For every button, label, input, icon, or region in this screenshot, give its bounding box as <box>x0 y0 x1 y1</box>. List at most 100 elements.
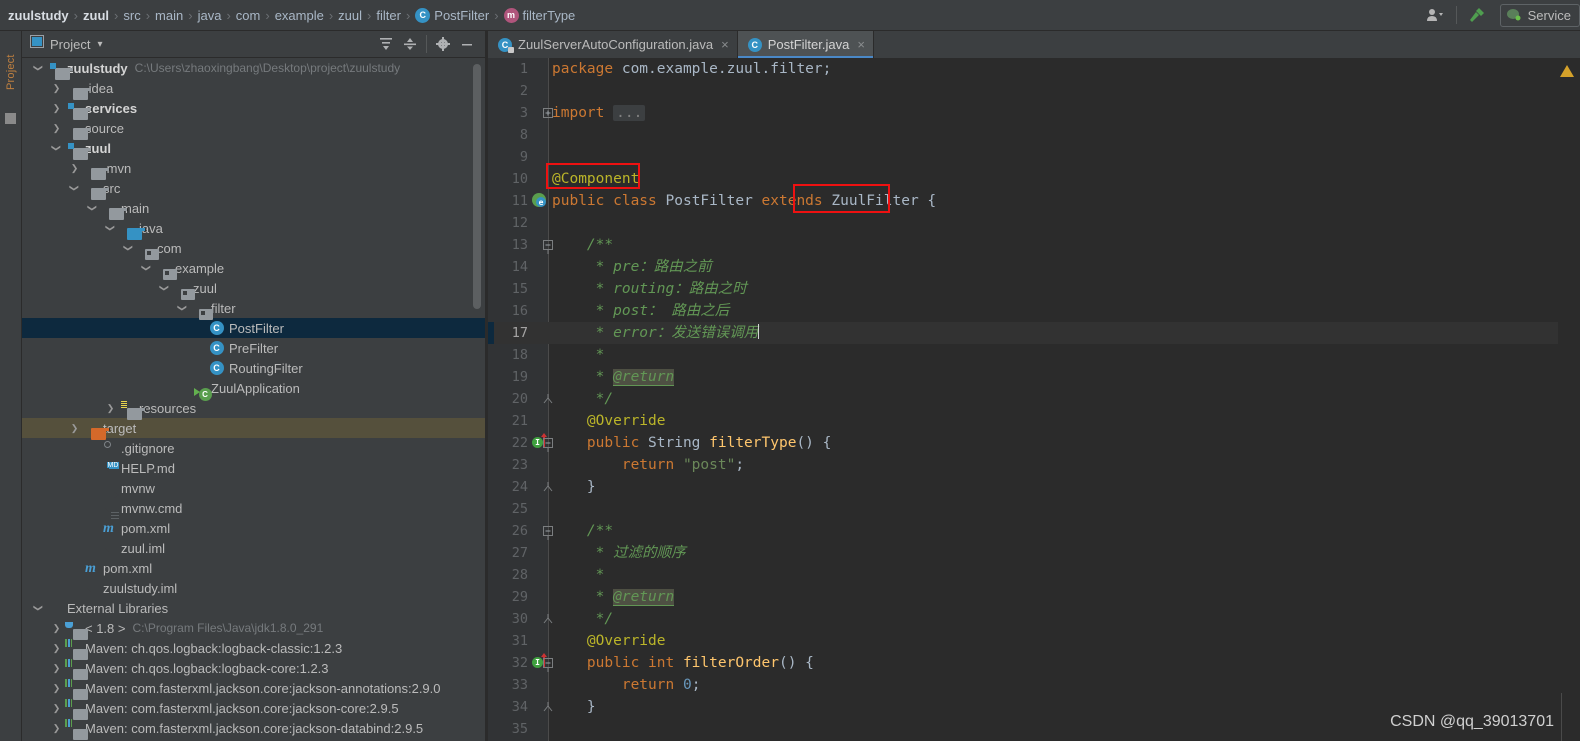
chevron-down-icon[interactable]: ▾ <box>97 39 102 50</box>
breadcrumb-item-postfilter[interactable]: C PostFilter <box>411 7 493 23</box>
sidebar-tab-project[interactable]: Project <box>0 37 22 107</box>
user-settings-icon[interactable] <box>1419 0 1453 31</box>
code-line[interactable]: 15 * routing：路由之时 <box>488 278 1580 300</box>
code-line[interactable]: 20 */ <box>488 388 1580 410</box>
expand-all-icon[interactable] <box>375 33 397 55</box>
chevron-right-icon[interactable]: ❯ <box>50 678 63 698</box>
code-line[interactable]: 3 import ... <box>488 102 1580 124</box>
collapse-all-icon[interactable] <box>399 33 421 55</box>
tree-item-source[interactable]: ❯ source <box>22 118 486 140</box>
tree-item-target[interactable]: ❯ target <box>22 418 486 440</box>
code-line[interactable]: 19 * @return <box>488 366 1580 388</box>
tree-item-zuulapplication[interactable]: C ZuulApplication <box>22 378 486 401</box>
breadcrumb-item-example[interactable]: example <box>271 8 328 23</box>
breadcrumb-item-zuulstudy[interactable]: zuulstudy <box>4 8 73 23</box>
hammer-icon[interactable] <box>1460 0 1494 31</box>
tree-item-src[interactable]: ❯ src <box>22 178 486 200</box>
tree-item-mavenchqoslogbacklogbackcore123[interactable]: ❯ Maven: ch.qos.logback:logback-core:1.2.… <box>22 658 486 680</box>
services-button[interactable]: Service <box>1499 3 1580 27</box>
tree-item-mavencomfasterxmljacksoncorejacksonannotations290[interactable]: ❯ Maven: com.fasterxml.jackson.core:jacks… <box>22 678 486 700</box>
tree-item-mvnw[interactable]: mvnw <box>22 478 486 498</box>
chevron-right-icon[interactable]: ❯ <box>50 718 63 738</box>
warning-triangle-icon[interactable] <box>1560 65 1574 77</box>
code-line[interactable]: 17 * error：发送错误调用 <box>488 322 1580 344</box>
breadcrumb-item-filtertype[interactable]: m filterType <box>500 7 580 23</box>
chevron-down-icon[interactable]: ❯ <box>65 182 85 195</box>
code-line[interactable]: 8 <box>488 124 1580 146</box>
chevron-right-icon[interactable]: ❯ <box>50 638 63 658</box>
code-line[interactable]: 21 @Override <box>488 410 1580 432</box>
tree-item-mavenchqoslogbacklogbackclassic123[interactable]: ❯ Maven: ch.qos.logback:logback-classic:1… <box>22 638 486 660</box>
chevron-right-icon[interactable]: ❯ <box>68 158 81 178</box>
breadcrumb-item-java[interactable]: java <box>194 8 226 23</box>
chevron-right-icon[interactable]: ❯ <box>50 98 63 118</box>
tree-item-mvn[interactable]: ❯ .mvn <box>22 158 486 180</box>
code-line[interactable]: 22 I public String filterType() { <box>488 432 1580 454</box>
tree-item-zuuliml[interactable]: zuul.iml <box>22 538 486 558</box>
minimize-icon[interactable] <box>456 33 478 55</box>
tree-item-mavencomfasterxmljacksoncorejacksoncore295[interactable]: ❯ Maven: com.fasterxml.jackson.core:jacks… <box>22 698 486 720</box>
breadcrumb-item-filter[interactable]: filter <box>372 8 405 23</box>
class-gutter-icon[interactable]: e <box>532 193 550 209</box>
tree-item-helpmd[interactable]: MD HELP.md <box>22 458 486 478</box>
breadcrumb-item-zuul[interactable]: zuul <box>334 8 366 23</box>
chevron-right-icon[interactable]: ❯ <box>50 78 63 98</box>
chevron-right-icon[interactable]: ❯ <box>50 618 63 638</box>
tree-item-main[interactable]: ❯ main <box>22 198 486 220</box>
project-panel-scrollbar[interactable] <box>473 64 481 309</box>
tree-item-prefilter[interactable]: C PreFilter <box>22 338 486 358</box>
code-line[interactable]: 31 @Override <box>488 630 1580 652</box>
tree-item-zuul[interactable]: ❯ zuul <box>22 138 486 160</box>
code-line[interactable]: 27 * 过滤的顺序 <box>488 542 1580 564</box>
tree-item-zuulstudy[interactable]: ❯ zuulstudy C:\Users\zhaoxingbang\Desktop\… <box>22 58 486 80</box>
tree-item-zuulstudyiml[interactable]: zuulstudy.iml <box>22 578 486 598</box>
structure-tab-icon[interactable] <box>5 113 16 124</box>
breadcrumb[interactable]: zuulstudy › zuul › src › main › java › com › example… <box>0 0 579 30</box>
chevron-down-icon[interactable]: ❯ <box>119 242 139 255</box>
tree-item-com[interactable]: ❯ com <box>22 238 486 260</box>
tree-item-gitignore[interactable]: .gitignore <box>22 438 486 458</box>
tree-item-pomxml[interactable]: m pom.xml <box>22 518 486 538</box>
code-line[interactable]: 24 } <box>488 476 1580 498</box>
tree-item-pomxml[interactable]: m pom.xml <box>22 558 486 578</box>
tree-item-services[interactable]: ❯ services <box>22 98 486 120</box>
code-line[interactable]: 28 * <box>488 564 1580 586</box>
project-tree[interactable]: ❯ zuulstudy C:\Users\zhaoxingbang\Desktop\… <box>22 58 486 741</box>
tree-item-java[interactable]: ❯ java <box>22 218 486 240</box>
chevron-down-icon[interactable]: ❯ <box>83 202 103 215</box>
close-icon[interactable]: × <box>857 37 865 52</box>
chevron-right-icon[interactable]: ❯ <box>50 698 63 718</box>
breadcrumb-item-zuul[interactable]: zuul <box>79 8 113 23</box>
code-line[interactable]: 14 * pre：路由之前 <box>488 256 1580 278</box>
code-line[interactable]: 13 /** <box>488 234 1580 256</box>
code-line[interactable]: 18 * <box>488 344 1580 366</box>
chevron-down-icon[interactable]: ❯ <box>29 602 49 615</box>
code-line[interactable]: 12 <box>488 212 1580 234</box>
code-line[interactable]: 9 <box>488 146 1580 168</box>
tree-item-18[interactable]: ❯ < 1.8 > C:\Program Files\Java\jdk1.8.0_2… <box>22 618 486 640</box>
editor-tabs[interactable]: C ZuulServerAutoConfiguration.java × C PostF… <box>488 31 1580 58</box>
tree-item-mavencomfasterxmljacksoncorejacksondatabind295[interactable]: ❯ Maven: com.fasterxml.jackson.core:jacks… <box>22 718 486 740</box>
breadcrumb-item-main[interactable]: main <box>151 8 187 23</box>
code-line[interactable]: 16 * post： 路由之后 <box>488 300 1580 322</box>
tree-item-zuul[interactable]: ❯ zuul <box>22 278 486 300</box>
chevron-down-icon[interactable]: ❯ <box>101 222 121 235</box>
tree-item-example[interactable]: ❯ example <box>22 258 486 280</box>
code-line[interactable]: 26 /** <box>488 520 1580 542</box>
code-line[interactable]: 10 @Component <box>488 168 1580 190</box>
chevron-down-icon[interactable]: ❯ <box>137 262 157 275</box>
code-line[interactable]: 33 return 0; <box>488 674 1580 696</box>
close-icon[interactable]: × <box>721 37 729 52</box>
editor-tab-postfilterjava[interactable]: C PostFilter.java × <box>737 31 874 58</box>
tree-item-externallibraries[interactable]: ❯ External Libraries <box>22 598 486 618</box>
code-editor[interactable]: 1 package com.example.zuul.filter; 2 3 impor… <box>488 58 1580 741</box>
code-line[interactable]: 32 I public int filterOrder() { <box>488 652 1580 674</box>
code-line[interactable]: 2 <box>488 80 1580 102</box>
code-line[interactable]: 1 package com.example.zuul.filter; <box>488 58 1580 80</box>
code-line[interactable]: 25 <box>488 498 1580 520</box>
chevron-right-icon[interactable]: ❯ <box>104 398 117 418</box>
tree-item-resources[interactable]: ❯ resources <box>22 398 486 420</box>
chevron-right-icon[interactable]: ❯ <box>50 658 63 678</box>
chevron-down-icon[interactable]: ❯ <box>173 302 193 315</box>
breadcrumb-item-com[interactable]: com <box>232 8 265 23</box>
